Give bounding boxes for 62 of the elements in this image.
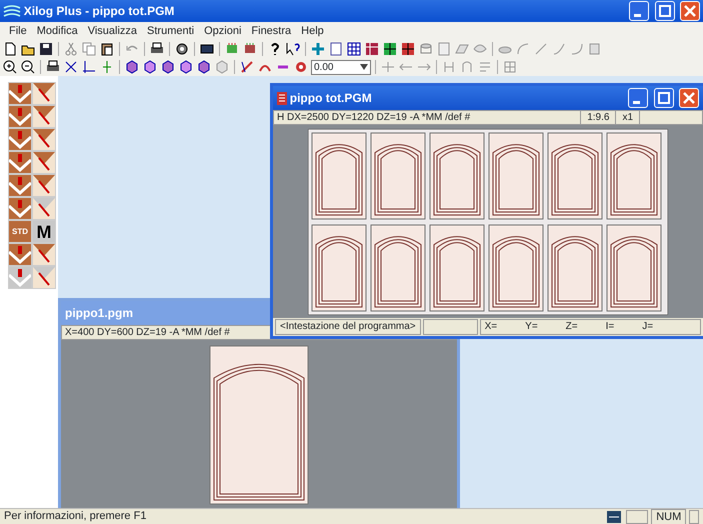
caret-icon [360,64,368,70]
document-icon[interactable] [328,41,344,57]
save-icon[interactable] [38,41,54,57]
palette-tool-button[interactable] [8,174,32,197]
palette-tool-button[interactable] [32,128,56,151]
zoom-out-icon[interactable] [20,59,36,75]
palette-tool-button[interactable] [8,82,32,105]
menu-item[interactable]: File [4,22,32,40]
tool-path-icon[interactable] [239,59,255,75]
minimize-icon [633,101,640,104]
palette-tool-button[interactable] [32,174,56,197]
scale-readout: 1:9.6 [580,111,616,124]
empty-status-pane [689,510,699,524]
maximize-button[interactable] [654,1,674,21]
minimize-icon [634,14,641,17]
palette-tool-button[interactable] [32,197,56,220]
palette-tool-button[interactable] [8,266,32,289]
palette-tool-button[interactable] [32,243,56,266]
paste-icon[interactable] [99,41,115,57]
num-lock-indicator: NUM [651,508,686,524]
palette-tool-button[interactable] [32,82,56,105]
grid-icon[interactable] [346,41,362,57]
document-icon [277,92,287,104]
grid-icon[interactable] [382,41,398,57]
close-button[interactable] [679,88,699,108]
minimize-button[interactable] [628,88,648,108]
coordinate-readout: X= Y= Z= I= J= [480,319,701,335]
zoom-in-icon[interactable] [2,59,18,75]
status-message: Per informazioni, premere F1 [4,509,146,524]
cross-icon[interactable] [310,41,326,57]
palette-tool-button[interactable] [32,266,56,289]
palette-tool-button[interactable] [32,105,56,128]
program-header: X=400 DY=600 DZ=19 -A *MM /def # [65,326,230,339]
grid-icon[interactable] [400,41,416,57]
program-header: H DX=2500 DY=1220 DZ=19 -A *MM /def # [277,111,470,124]
palette-tool-button[interactable]: M [32,220,56,243]
palette-tool-button[interactable] [8,128,32,151]
palette-tool-button[interactable] [8,197,32,220]
empty-field [422,319,478,335]
scale-dropdown[interactable]: 0.00 [311,60,371,74]
zoom-readout: x1 [615,111,639,124]
window-title: Xilog Plus - pippo tot.PGM [24,3,174,20]
app-logo-icon [3,4,21,18]
program-title-field: <Intestazione del programma> [275,319,421,335]
menu-item[interactable]: Finestra [246,22,296,40]
menu-item[interactable]: Opzioni [199,22,246,40]
palette-tool-button[interactable] [32,151,56,174]
palette-tool-button[interactable] [8,243,32,266]
menu-item[interactable]: Strumenti [142,22,200,40]
maximize-button[interactable] [654,88,674,108]
palette-tool-button[interactable] [8,105,32,128]
palette-tool-button[interactable] [8,151,32,174]
close-button[interactable] [680,1,700,21]
child-window-title: pippo1.pgm [65,305,133,322]
pointer-help-icon[interactable] [285,41,301,57]
target-icon[interactable] [293,59,309,75]
child-window-title: pippo tot.PGM [290,90,372,107]
minimize-button[interactable] [629,1,649,21]
menu-item[interactable]: Modifica [32,22,83,40]
menu-item[interactable]: Visualizza [82,22,142,40]
menu-item[interactable]: Help [296,22,329,40]
palette-tool-button[interactable]: STD [8,220,32,243]
